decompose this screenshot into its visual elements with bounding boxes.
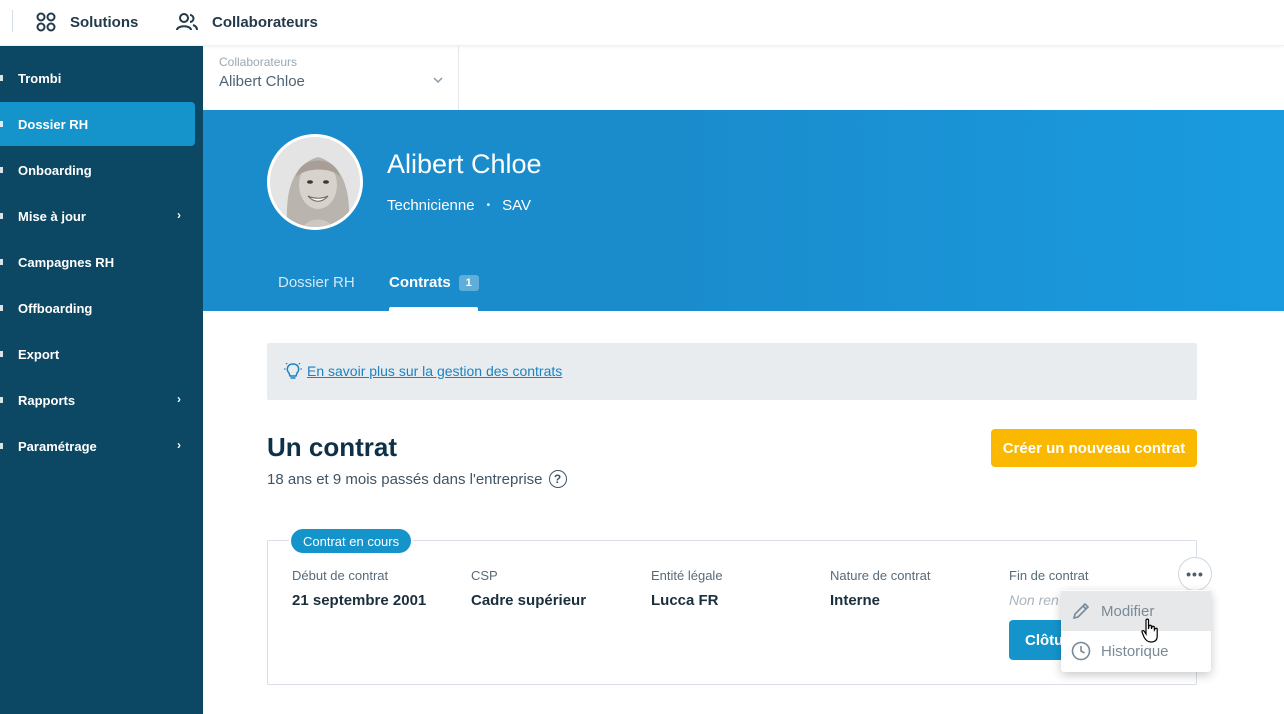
employee-selector[interactable]: Collaborateurs Alibert Chloe <box>203 46 459 110</box>
tab-dossier-rh[interactable]: Dossier RH <box>278 274 355 291</box>
employee-job: Technicienne • SAV <box>387 197 531 214</box>
bullet-icon <box>0 259 3 265</box>
field-label: CSP <box>471 568 498 583</box>
tenure-text: 18 ans et 9 mois passés dans l'entrepris… <box>267 470 567 488</box>
sidebar-item-label: Mise à jour <box>18 208 86 224</box>
solutions-menu[interactable]: Solutions <box>36 0 138 44</box>
department: SAV <box>502 197 531 214</box>
solutions-label: Solutions <box>70 13 139 31</box>
clock-icon <box>1071 641 1091 661</box>
bullet-icon <box>0 167 3 173</box>
menu-item-historique[interactable]: Historique <box>1061 631 1211 671</box>
help-icon[interactable]: ? <box>548 470 567 488</box>
sidebar-item-export[interactable]: Export <box>0 332 195 376</box>
field-legal-entity: Entité légale Lucca FR <box>651 568 723 609</box>
contracts-heading: Un contrat <box>267 432 397 462</box>
field-label: Fin de contrat <box>1009 568 1089 583</box>
status-badge: Contrat en cours <box>289 527 414 555</box>
bullet-icon <box>0 121 3 127</box>
bullet-icon <box>0 213 3 219</box>
topbar-divider <box>12 10 13 32</box>
field-value: Cadre supérieur <box>471 592 587 609</box>
tab-label: Dossier RH <box>278 274 355 291</box>
sidebar-item-dossier-rh[interactable]: Dossier RH <box>0 102 195 146</box>
users-icon <box>176 13 198 31</box>
sidebar-item-label: Paramétrage <box>18 438 97 454</box>
field-start-date: Début de contrat 21 septembre 2001 <box>292 568 426 609</box>
field-label: Début de contrat <box>292 568 389 583</box>
create-contract-button[interactable]: Créer un nouveau contrat <box>991 429 1197 467</box>
tab-contrats[interactable]: Contrats 1 <box>389 274 479 291</box>
job-title: Technicienne <box>387 197 475 214</box>
field-csp: CSP Cadre supérieur <box>471 568 586 609</box>
avatar <box>267 134 363 230</box>
bullet-icon <box>0 75 3 81</box>
active-tab-indicator <box>389 307 478 311</box>
sidebar-item-label: Offboarding <box>18 300 93 316</box>
field-value: Interne <box>830 592 881 609</box>
chevron-right-icon: › <box>177 208 181 222</box>
bullet-icon <box>0 397 3 403</box>
field-label: Entité légale <box>651 568 723 583</box>
selector-label: Collaborateurs <box>219 55 298 69</box>
bullet-icon <box>0 351 3 357</box>
sidebar-item-parametrage[interactable]: Paramétrage › <box>0 424 195 468</box>
field-value: 21 septembre 2001 <box>292 592 427 609</box>
avatar-photo-icon <box>270 137 360 227</box>
profile-banner: Alibert Chloe Technicienne • SAV Dossier… <box>203 110 1284 311</box>
sidebar-item-trombi[interactable]: Trombi <box>0 56 195 100</box>
field-contract-nature: Nature de contrat Interne <box>830 568 930 609</box>
chevron-down-icon <box>433 77 443 84</box>
sidebar-item-label: Export <box>18 346 60 362</box>
contract-card <box>267 540 1197 685</box>
more-options-button[interactable]: ••• <box>1178 557 1212 591</box>
sidebar-item-mise-a-jour[interactable]: Mise à jour › <box>0 194 195 238</box>
info-box: En savoir plus sur la gestion des contra… <box>267 343 1197 400</box>
tenure-label: 18 ans et 9 mois passés dans l'entrepris… <box>267 470 543 488</box>
contract-actions-menu: Modifier Historique <box>1061 590 1211 672</box>
hand-cursor-icon <box>1141 618 1158 643</box>
lightbulb-icon <box>284 362 302 379</box>
sidebar-item-label: Rapports <box>18 392 76 408</box>
top-bar: Solutions Collaborateurs <box>0 0 1284 46</box>
chevron-right-icon: › <box>177 438 181 452</box>
menu-item-modifier[interactable]: Modifier <box>1061 591 1211 631</box>
sidebar-item-offboarding[interactable]: Offboarding <box>0 286 195 330</box>
field-value: Lucca FR <box>651 592 719 609</box>
employee-name: Alibert Chloe <box>387 149 542 179</box>
field-label: Nature de contrat <box>830 568 931 583</box>
tab-count-badge: 1 <box>458 275 479 291</box>
sidebar-item-rapports[interactable]: Rapports › <box>0 378 195 422</box>
tab-label: Contrats <box>389 274 451 291</box>
bullet-icon <box>0 443 3 449</box>
pencil-icon <box>1072 602 1090 620</box>
collaborateurs-menu[interactable]: Collaborateurs <box>176 0 318 44</box>
apps-grid-icon <box>36 12 56 32</box>
chevron-right-icon: › <box>177 392 181 406</box>
sidebar-item-label: Onboarding <box>18 162 92 178</box>
sidebar-item-campagnes-rh[interactable]: Campagnes RH <box>0 240 195 284</box>
selector-value: Alibert Chloe <box>219 73 305 90</box>
contracts-help-link[interactable]: En savoir plus sur la gestion des contra… <box>307 363 562 379</box>
sidebar-item-label: Trombi <box>18 70 62 86</box>
sidebar: Trombi Dossier RH Onboarding Mise à jour… <box>0 46 203 714</box>
menu-item-label: Modifier <box>1101 602 1155 620</box>
bullet-icon <box>0 305 3 311</box>
sidebar-item-label: Dossier RH <box>18 116 89 132</box>
sidebar-item-onboarding[interactable]: Onboarding <box>0 148 195 192</box>
collaborateurs-label: Collaborateurs <box>212 13 318 31</box>
separator-dot: • <box>486 200 491 211</box>
menu-item-label: Historique <box>1101 642 1169 660</box>
sidebar-item-label: Campagnes RH <box>18 254 115 270</box>
